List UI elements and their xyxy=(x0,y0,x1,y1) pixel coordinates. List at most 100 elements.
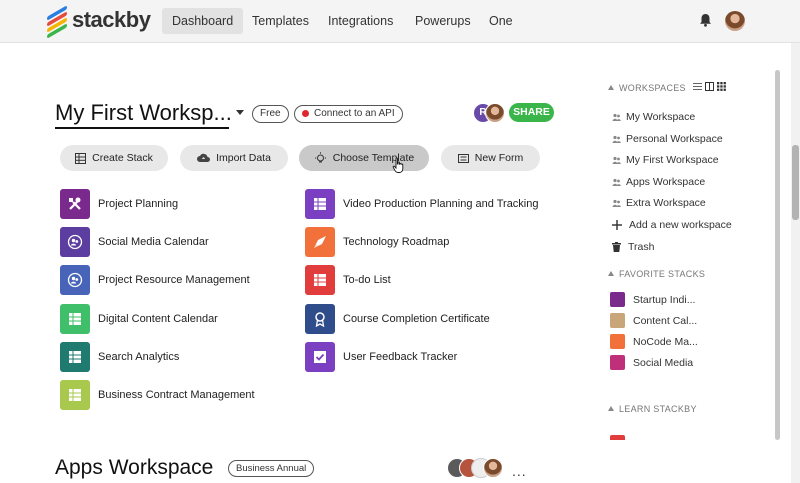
member-avatar[interactable] xyxy=(483,458,503,478)
table-icon xyxy=(60,304,90,334)
table-icon xyxy=(305,265,335,295)
template-label: Business Contract Management xyxy=(98,389,255,401)
template-label: To-do List xyxy=(343,274,391,286)
check-icon xyxy=(305,342,335,372)
chevron-down-icon[interactable] xyxy=(236,110,244,115)
plan-badge: Free xyxy=(252,105,289,123)
sidebar-scrollbar[interactable] xyxy=(775,70,780,440)
create-stack-label: Create Stack xyxy=(92,152,153,164)
people-icon xyxy=(60,265,90,295)
connect-api-button[interactable]: Connect to an API xyxy=(294,105,403,123)
table-icon xyxy=(60,342,90,372)
group-icon xyxy=(612,113,621,121)
group-icon xyxy=(612,178,621,186)
nav-integrations[interactable]: Integrations xyxy=(318,8,403,34)
template-course-completion-certificate[interactable]: Course Completion Certificate xyxy=(305,304,490,334)
favorite-stack-label: Startup Indi... xyxy=(633,293,696,306)
template-video-production[interactable]: Video Production Planning and Tracking xyxy=(305,189,539,219)
lightbulb-icon xyxy=(314,151,326,162)
nav-dashboard[interactable]: Dashboard xyxy=(162,8,244,34)
plus-icon xyxy=(612,220,622,230)
workspace-title[interactable]: My First Worksp... xyxy=(55,100,232,126)
template-search-analytics[interactable]: Search Analytics xyxy=(60,342,179,372)
list-view-icon[interactable] xyxy=(693,82,702,91)
top-navbar: stackby Dashboard Templates Integrations… xyxy=(0,0,800,43)
favorite-stack-item[interactable]: NoCode Ma... xyxy=(610,334,698,349)
hand-cursor-icon xyxy=(392,157,404,173)
template-todo-list[interactable]: To-do List xyxy=(305,265,391,295)
apps-workspace-title[interactable]: Apps Workspace xyxy=(55,456,213,480)
template-project-planning[interactable]: Project Planning xyxy=(60,189,178,219)
add-workspace-label: Add a new workspace xyxy=(629,219,732,231)
learn-item-icon xyxy=(610,435,625,440)
new-form-button[interactable]: New Form xyxy=(441,145,540,171)
template-label: Digital Content Calendar xyxy=(98,313,218,325)
logo-text: stackby xyxy=(72,7,151,32)
trash-link[interactable]: Trash xyxy=(612,241,654,253)
template-business-contract-management[interactable]: Business Contract Management xyxy=(60,380,255,410)
nav-powerups[interactable]: Powerups xyxy=(405,8,481,34)
workspaces-header-label: WORKSPACES xyxy=(619,83,686,93)
template-label: Course Completion Certificate xyxy=(343,313,490,325)
sidebar-workspace-apps[interactable]: Apps Workspace xyxy=(612,176,705,188)
choose-template-button[interactable]: Choose Template xyxy=(299,145,429,171)
template-label: Video Production Planning and Tracking xyxy=(343,198,539,210)
favorite-stack-item[interactable]: Social Media xyxy=(610,355,693,370)
favorite-stack-item[interactable]: Content Cal... xyxy=(610,313,697,328)
template-digital-content-calendar[interactable]: Digital Content Calendar xyxy=(60,304,218,334)
template-label: Project Resource Management xyxy=(98,274,250,286)
share-button[interactable]: SHARE xyxy=(509,103,554,122)
import-data-button[interactable]: Import Data xyxy=(180,145,288,171)
sidebar-workspace-label: My Workspace xyxy=(626,111,696,123)
column-view-icon[interactable] xyxy=(705,82,714,91)
learn-stackby-label: LEARN STACKBY xyxy=(619,404,697,414)
template-user-feedback-tracker[interactable]: User Feedback Tracker xyxy=(305,342,457,372)
page-scroll-track[interactable] xyxy=(791,43,800,483)
grid-icon xyxy=(75,152,87,164)
template-social-media-calendar[interactable]: Social Media Calendar xyxy=(60,227,209,257)
favorite-stack-label: Social Media xyxy=(633,356,694,369)
new-form-label: New Form xyxy=(474,152,524,164)
sidebar-workspace-first[interactable]: My First Workspace xyxy=(612,154,719,166)
template-label: Project Planning xyxy=(98,198,179,210)
sidebar-workspace-my[interactable]: My Workspace xyxy=(612,111,695,123)
notification-bell-icon[interactable] xyxy=(699,13,712,27)
tools-icon xyxy=(60,189,90,219)
stack-icon xyxy=(610,292,625,307)
trash-icon xyxy=(612,242,621,252)
nav-templates[interactable]: Templates xyxy=(242,8,319,34)
form-icon xyxy=(457,153,469,163)
sidebar-workspace-extra[interactable]: Extra Workspace xyxy=(612,197,706,209)
rocket-icon xyxy=(305,227,335,257)
sidebar-workspace-personal[interactable]: Personal Workspace xyxy=(612,133,723,145)
import-data-label: Import Data xyxy=(216,152,271,164)
group-icon xyxy=(612,135,621,143)
stack-icon xyxy=(610,313,625,328)
more-options-icon[interactable]: ... xyxy=(512,463,527,479)
member-avatar-photo[interactable] xyxy=(485,103,505,123)
group-icon xyxy=(612,199,621,207)
add-workspace-button[interactable]: Add a new workspace xyxy=(612,219,732,231)
stack-icon xyxy=(610,334,625,349)
workspaces-header[interactable]: WORKSPACES xyxy=(608,83,686,93)
nav-one[interactable]: One xyxy=(479,8,523,34)
people-icon xyxy=(60,227,90,257)
collapse-icon xyxy=(608,271,614,276)
favorite-stacks-label: FAVORITE STACKS xyxy=(619,269,706,279)
user-avatar[interactable] xyxy=(725,11,745,31)
stackby-logo[interactable]: stackby xyxy=(47,5,151,39)
favorite-stack-item[interactable]: Startup Indi... xyxy=(610,292,695,307)
learn-stackby-header[interactable]: LEARN STACKBY xyxy=(608,404,697,414)
grid-view-icon[interactable] xyxy=(717,82,726,91)
table-icon xyxy=(305,189,335,219)
create-stack-button[interactable]: Create Stack xyxy=(60,145,168,171)
cloud-upload-icon xyxy=(197,153,211,162)
favorite-stacks-header[interactable]: FAVORITE STACKS xyxy=(608,269,705,279)
favorite-stack-label: NoCode Ma... xyxy=(633,335,698,348)
template-technology-roadmap[interactable]: Technology Roadmap xyxy=(305,227,449,257)
template-label: User Feedback Tracker xyxy=(343,351,458,363)
page-scrollbar[interactable] xyxy=(792,145,799,220)
favorite-stack-label: Content Cal... xyxy=(633,314,698,327)
template-project-resource-management[interactable]: Project Resource Management xyxy=(60,265,250,295)
sidebar-workspace-label: Personal Workspace xyxy=(626,133,723,145)
